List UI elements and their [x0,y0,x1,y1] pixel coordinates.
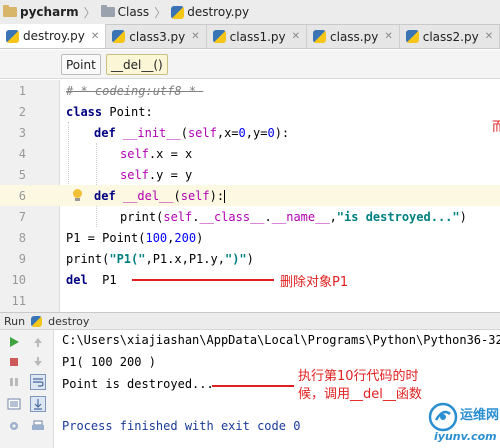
watermark-logo-icon [428,402,458,432]
python-file-icon [313,30,327,43]
structure-item-point[interactable]: Point [61,54,101,75]
code-line-11: 11 [0,290,500,311]
close-icon[interactable]: ✕ [485,31,493,42]
tab-class3[interactable]: class3.py ✕ [106,25,207,48]
print-icon[interactable] [30,418,46,434]
line-number: 4 [18,146,26,161]
scroll-end-icon[interactable] [30,396,46,412]
tab-class2[interactable]: class2.py ✕ [400,25,500,48]
navigation-bar: pycharm 〉 Class 〉 destroy.py [0,0,500,25]
breadcrumb-file[interactable]: destroy.py [171,5,249,19]
breadcrumb-separator: 〉 [83,5,96,20]
annotation-console-note-line1: 执行第10行代码的时 [298,369,419,384]
line-number: 7 [18,209,26,224]
breadcrumb-project-label: pycharm [20,5,79,19]
code-line-1: 1 #-*-codeing:utf8-*- [0,80,500,101]
breadcrumb-folder-label: Class [117,5,150,19]
watermark-brand: 运维网 [460,408,500,423]
dump-threads-icon[interactable] [6,396,22,412]
console-line-process-finished: Process finished with exit code 0 [62,419,301,433]
python-file-icon [212,30,226,43]
structure-breadcrumb: Point __del__() [0,50,500,79]
line-number: 5 [18,167,26,182]
line-number: 6 [18,188,26,203]
lightbulb-icon[interactable] [72,189,83,203]
breadcrumb-folder[interactable]: Class [100,5,150,19]
code-text: #-*-codeing:utf8-*- [66,83,204,98]
code-text: def __init__(self,x=0,y=0): [94,125,290,140]
python-file-icon [171,5,185,19]
code-text: class Point: [66,104,153,119]
watermark-domain: iyunv.com [434,430,497,443]
editor-tabs: destroy.py ✕ class3.py ✕ class1.py ✕ cla… [0,24,500,49]
code-line-6: 6 def __del__(self): [0,185,500,206]
code-text: self.y = y [120,167,193,182]
close-icon[interactable]: ✕ [191,31,199,42]
console-line-output: P1( 100 200 ) [62,355,156,369]
code-text: P1 = Point(100,200) [66,230,204,245]
line-number: 8 [18,230,26,245]
run-label: Run [4,314,26,328]
annotation-edge-char: 而 [492,120,500,135]
line-number: 11 [11,293,26,308]
structure-item-del[interactable]: __del__() [106,54,168,75]
folder-icon [100,5,115,17]
python-file-icon [31,315,43,327]
line-number: 9 [18,251,26,266]
close-icon[interactable]: ✕ [384,31,392,42]
breadcrumb-separator: 〉 [154,5,167,20]
run-icon[interactable] [6,334,22,350]
run-config-name[interactable]: destroy [48,315,89,328]
stop-icon[interactable] [6,354,22,370]
code-line-3: 3 def __init__(self,x=0,y=0): [0,122,500,143]
folder-icon [3,5,17,17]
close-icon[interactable]: ✕ [91,31,99,42]
python-file-icon [112,30,126,43]
annotation-arrow-line [212,385,294,387]
line-number: 10 [11,272,26,287]
tab-label: class1.py [229,29,286,44]
tab-label: destroy.py [23,29,85,43]
code-text: print("P1(",P1.x,P1.y,")") [66,251,254,266]
settings-icon[interactable] [6,418,22,434]
code-text: self.x = x [120,146,193,161]
code-text: print(self.__class__.__name__,"is destro… [120,209,467,224]
annotation-delete-p1: 删除对象P1 [280,275,349,290]
python-file-icon [6,29,19,43]
tab-class[interactable]: class.py ✕ [307,25,400,48]
down-arrow-icon[interactable] [30,354,46,370]
tab-label: class3.py [129,29,186,44]
console-line-output: Point is destroyed... [62,377,214,391]
up-arrow-icon[interactable] [30,334,46,350]
line-number: 2 [18,104,26,119]
close-icon[interactable]: ✕ [292,31,300,42]
python-file-icon [405,30,419,43]
code-line-2: 2 class Point: [0,101,500,122]
code-text: del P1 [66,272,117,287]
code-line-9: 9 print("P1(",P1.x,P1.y,")") [0,248,500,269]
breadcrumb-project[interactable]: pycharm [3,5,79,19]
line-number: 3 [18,125,26,140]
code-line-4: 4 self.x = x [0,143,500,164]
code-line-8: 8 P1 = Point(100,200) [0,227,500,248]
run-toolbar [0,330,54,448]
code-line-5: 5 self.y = y [0,164,500,185]
soft-wrap-icon[interactable] [30,374,46,390]
annotation-arrow-line [132,279,274,281]
console-line-command: C:\Users\xiajiashan\AppData\Local\Progra… [62,333,500,347]
run-console[interactable]: C:\Users\xiajiashan\AppData\Local\Progra… [0,330,500,448]
line-number: 1 [18,83,26,98]
tab-destroy[interactable]: destroy.py ✕ [0,24,107,48]
run-toolwindow-header: Run destroy [0,312,500,330]
watermark-logo: 运维网 iyunv.com [426,398,500,448]
tab-label: class.py [330,29,379,44]
code-line-7: 7 print(self.__class__.__name__,"is dest… [0,206,500,227]
breadcrumb-file-label: destroy.py [187,5,250,19]
tab-class1[interactable]: class1.py ✕ [207,25,308,48]
pause-icon[interactable] [6,374,22,390]
tab-label: class2.py [422,29,479,44]
code-editor[interactable]: 1 #-*-codeing:utf8-*- 2 class Point: 3 d… [0,80,500,312]
code-text: def __del__(self): [94,188,226,203]
annotation-console-note-line2: 候，调用__del__函数 [298,387,422,402]
